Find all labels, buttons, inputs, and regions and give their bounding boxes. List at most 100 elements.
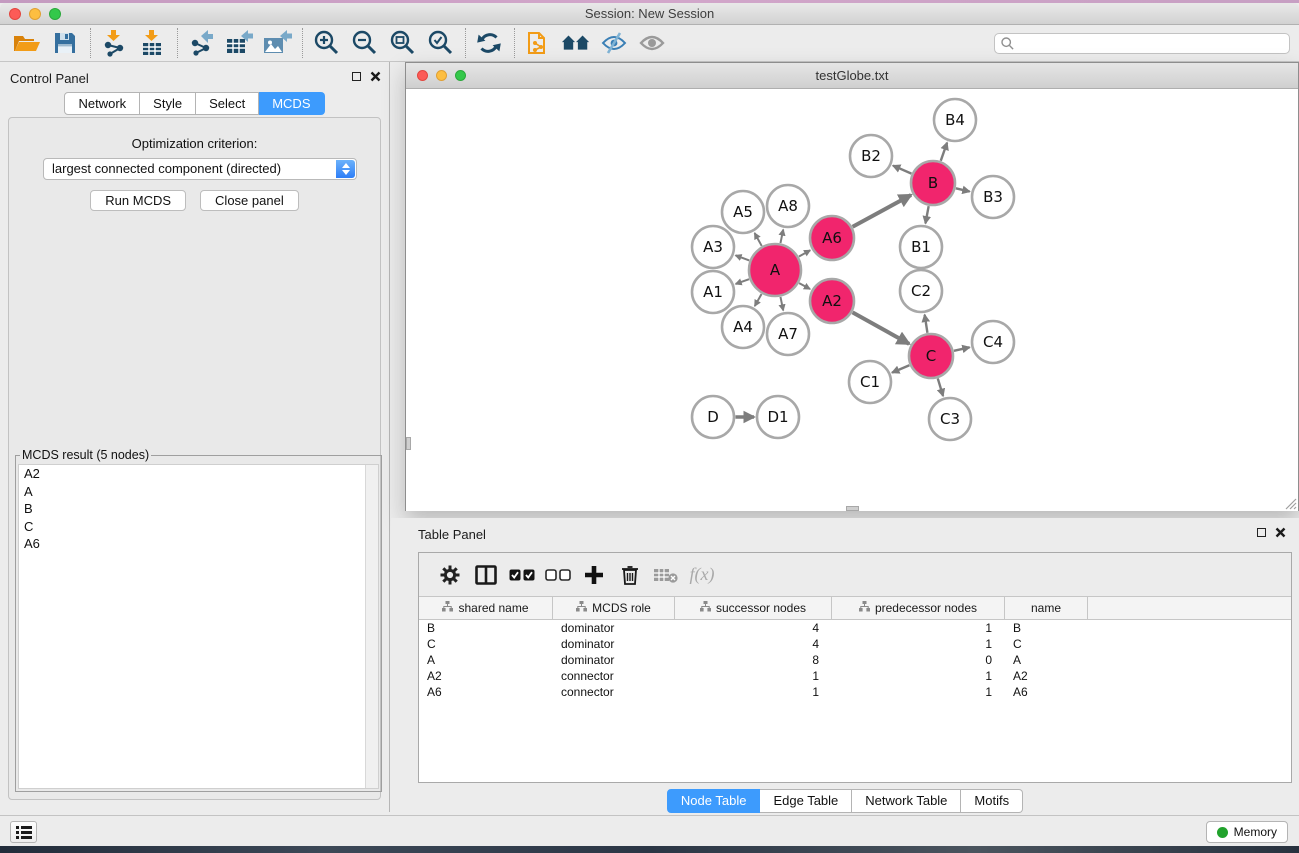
minimize-window-button[interactable] (29, 8, 41, 20)
result-list-item[interactable]: A (19, 483, 378, 501)
minimize-network-window-button[interactable] (436, 70, 447, 81)
result-scrollbar[interactable] (365, 465, 378, 788)
tab-mcds[interactable]: MCDS (259, 92, 324, 115)
close-window-button[interactable] (9, 8, 21, 20)
float-panel-icon[interactable] (352, 72, 361, 81)
run-mcds-button[interactable]: Run MCDS (90, 190, 186, 211)
table-row[interactable]: Bdominator41B (419, 620, 1291, 636)
edge-A-A1[interactable] (736, 279, 749, 284)
node-label-C: C (926, 347, 936, 365)
float-table-panel-icon[interactable] (1257, 528, 1266, 537)
result-list-item[interactable]: C (19, 518, 378, 536)
zoom-network-window-button[interactable] (455, 70, 466, 81)
tab-node-table[interactable]: Node Table (667, 789, 761, 813)
save-session-icon[interactable] (50, 29, 80, 57)
node-label-A5: A5 (733, 203, 753, 221)
hide-details-icon[interactable] (599, 29, 629, 57)
edge-C-C3[interactable] (938, 378, 943, 396)
optimization-criterion-select[interactable]: largest connected component (directed) (43, 158, 357, 180)
column-header-shared-name[interactable]: shared name (419, 597, 553, 619)
tab-edge-table[interactable]: Edge Table (760, 789, 852, 813)
open-session-icon[interactable] (12, 29, 42, 57)
window-resize-grip[interactable] (1284, 497, 1297, 510)
memory-button[interactable]: Memory (1206, 821, 1288, 843)
zoom-selected-icon[interactable] (425, 29, 455, 57)
column-header-successor-nodes[interactable]: successor nodes (675, 597, 832, 619)
tab-motifs[interactable]: Motifs (961, 789, 1023, 813)
column-header-MCDS-role[interactable]: MCDS role (553, 597, 675, 619)
table-cell: 1 (832, 620, 1005, 636)
table-header-row: shared nameMCDS rolesuccessor nodesprede… (419, 596, 1291, 620)
edge-A-A3[interactable] (736, 255, 750, 260)
zoom-out-icon[interactable] (349, 29, 379, 57)
main-toolbar (0, 25, 1299, 62)
close-panel-button[interactable]: Close panel (200, 190, 299, 211)
table-row[interactable]: Adominator80A (419, 652, 1291, 668)
tab-network-table[interactable]: Network Table (852, 789, 961, 813)
edge-A-A5[interactable] (755, 233, 762, 246)
edge-B-B2[interactable] (893, 166, 911, 174)
zoom-in-icon[interactable] (311, 29, 341, 57)
home-overview-icon[interactable] (561, 29, 591, 57)
column-header-name[interactable]: name (1005, 597, 1088, 619)
edge-B-B4[interactable] (941, 143, 947, 161)
delete-table-disabled-icon (648, 562, 684, 588)
edge-C-C1[interactable] (892, 365, 909, 372)
tab-style[interactable]: Style (140, 92, 196, 115)
table-settings-icon[interactable] (432, 562, 468, 588)
network-document-icon[interactable] (523, 29, 553, 57)
deselect-all-icon[interactable] (540, 562, 576, 588)
table-cell: A6 (419, 684, 553, 700)
delete-column-icon[interactable] (612, 562, 648, 588)
tab-network[interactable]: Network (64, 92, 140, 115)
import-network-icon[interactable] (99, 29, 129, 57)
search-icon (1000, 36, 1015, 51)
search-field[interactable] (994, 33, 1290, 54)
zoom-fit-icon[interactable] (387, 29, 417, 57)
result-list-item[interactable]: A6 (19, 535, 378, 553)
table-cell: A2 (1005, 668, 1088, 684)
network-view-window: testGlobe.txt B4B2BB3B1A5A8A6A3AA1C2A2A4… (405, 62, 1299, 511)
close-network-window-button[interactable] (417, 70, 428, 81)
edge-A2-C[interactable] (853, 312, 910, 343)
task-history-button[interactable] (10, 821, 37, 843)
column-header-predecessor-nodes[interactable]: predecessor nodes (832, 597, 1005, 619)
table-row[interactable]: A6connector11A6 (419, 684, 1291, 700)
toolbar-separator (514, 28, 515, 58)
export-network-icon[interactable] (186, 29, 216, 57)
table-cell: C (419, 636, 553, 652)
show-details-icon[interactable] (637, 29, 667, 57)
edge-B-B3[interactable] (956, 188, 970, 191)
close-panel-icon[interactable] (370, 71, 381, 82)
network-canvas[interactable]: B4B2BB3B1A5A8A6A3AA1C2A2A4A7C4CC1C3DD1 (406, 89, 1298, 511)
refresh-layout-icon[interactable] (474, 29, 504, 57)
canvas-horizontal-scrollbar[interactable] (846, 506, 859, 511)
edge-B-B1[interactable] (925, 206, 928, 223)
edge-A6-B[interactable] (853, 195, 911, 227)
table-row[interactable]: A2connector11A2 (419, 668, 1291, 684)
edge-A-A2[interactable] (799, 283, 810, 289)
result-list-item[interactable]: A2 (19, 465, 378, 483)
canvas-vertical-scrollbar[interactable] (406, 437, 411, 450)
edge-A-A6[interactable] (799, 250, 810, 256)
column-type-icon (859, 601, 870, 615)
zoom-window-button[interactable] (49, 8, 61, 20)
edge-C-C4[interactable] (954, 347, 970, 351)
export-image-icon[interactable] (262, 29, 292, 57)
table-cell: 1 (832, 636, 1005, 652)
tab-select[interactable]: Select (196, 92, 259, 115)
result-list-item[interactable]: B (19, 500, 378, 518)
add-column-icon[interactable] (576, 562, 612, 588)
edge-C-C2[interactable] (925, 315, 928, 333)
export-table-icon[interactable] (224, 29, 254, 57)
edge-A-A8[interactable] (780, 230, 783, 244)
split-columns-icon[interactable] (468, 562, 504, 588)
edge-A-A4[interactable] (755, 294, 762, 306)
import-table-icon[interactable] (137, 29, 167, 57)
node-label-C3: C3 (940, 410, 960, 428)
close-table-panel-icon[interactable] (1275, 527, 1286, 538)
edge-A-A7[interactable] (780, 297, 783, 311)
table-row[interactable]: Cdominator41C (419, 636, 1291, 652)
toolbar-separator (465, 28, 466, 58)
select-all-checked-icon[interactable] (504, 562, 540, 588)
